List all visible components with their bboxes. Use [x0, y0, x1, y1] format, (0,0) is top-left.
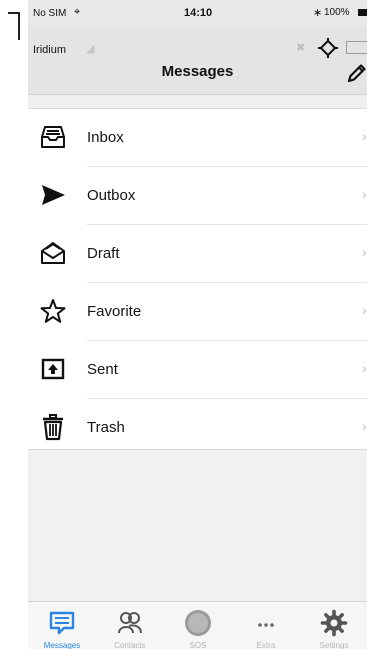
settings-gear-icon	[320, 609, 348, 637]
compose-pencil-icon[interactable]	[346, 62, 367, 84]
folder-label: Draft	[87, 245, 120, 262]
wifi-icon: ⌖	[74, 6, 81, 18]
tab-label: Extra	[256, 641, 276, 649]
crop-corner-mark	[0, 0, 22, 42]
folder-row-draft[interactable]: Draft ›	[28, 225, 367, 283]
chevron-right-icon: ›	[362, 360, 367, 376]
device-name: Iridium	[33, 44, 67, 56]
chevron-right-icon: ›	[362, 302, 367, 318]
open-envelope-icon	[41, 242, 65, 264]
folder-row-inbox[interactable]: Inbox ›	[28, 109, 367, 167]
folder-label: Outbox	[87, 187, 136, 204]
tab-sos[interactable]: SOS	[164, 602, 232, 649]
folder-label: Inbox	[87, 129, 124, 146]
sos-circle-icon	[185, 610, 211, 636]
phone-screen: No SIM ⌖ 14:10 ∗ 100% Iridium ◢ ✖ Messag…	[28, 0, 367, 649]
app-header: Iridium ◢ ✖ Messages	[28, 26, 367, 95]
chevron-right-icon: ›	[362, 128, 367, 144]
inbox-tray-icon	[41, 126, 65, 148]
folder-label: Trash	[87, 419, 125, 436]
status-bar: No SIM ⌖ 14:10 ∗ 100%	[28, 0, 367, 26]
chevron-right-icon: ›	[362, 186, 367, 202]
gps-disabled-icon: ✖	[296, 42, 306, 54]
bottom-tab-bar: Messages Contacts SOS Extra Settings	[28, 601, 367, 649]
folder-row-trash[interactable]: Trash ›	[28, 399, 367, 457]
chevron-right-icon: ›	[362, 244, 367, 260]
trash-can-icon	[43, 414, 63, 441]
list-section-gap	[28, 95, 367, 109]
folder-label: Favorite	[87, 303, 142, 320]
star-icon	[40, 299, 66, 323]
location-crosshair-icon[interactable]	[318, 38, 338, 58]
tab-label: Messages	[43, 641, 81, 649]
folder-row-outbox[interactable]: Outbox ›	[28, 167, 367, 225]
tab-label: Contacts	[114, 641, 146, 649]
more-dots-icon	[258, 623, 274, 627]
send-arrow-icon	[42, 185, 65, 205]
folder-row-sent[interactable]: Sent ›	[28, 341, 367, 399]
battery-icon	[358, 9, 367, 16]
tab-settings[interactable]: Settings	[300, 602, 367, 649]
tab-contacts[interactable]: Contacts	[96, 602, 164, 649]
device-battery-icon	[346, 41, 367, 54]
folder-row-favorite[interactable]: Favorite ›	[28, 283, 367, 341]
contacts-icon	[118, 612, 142, 634]
folder-list: Inbox › Outbox › Draft › Favorite › Sent…	[28, 109, 367, 450]
message-bubble-icon	[49, 611, 75, 635]
battery-percent: 100%	[324, 7, 350, 18]
upload-box-icon	[41, 358, 65, 380]
tab-label: SOS	[189, 641, 207, 649]
tab-extra[interactable]: Extra	[232, 602, 300, 649]
chevron-right-icon: ›	[362, 418, 367, 434]
page-title: Messages	[161, 63, 234, 80]
signal-strength-icon: ◢	[86, 43, 95, 55]
tab-label: Settings	[319, 641, 349, 649]
tab-messages[interactable]: Messages	[28, 602, 96, 649]
clock: 14:10	[184, 7, 213, 19]
bluetooth-icon: ∗	[313, 7, 323, 19]
folder-label: Sent	[87, 361, 118, 378]
carrier-label: No SIM	[33, 8, 67, 19]
